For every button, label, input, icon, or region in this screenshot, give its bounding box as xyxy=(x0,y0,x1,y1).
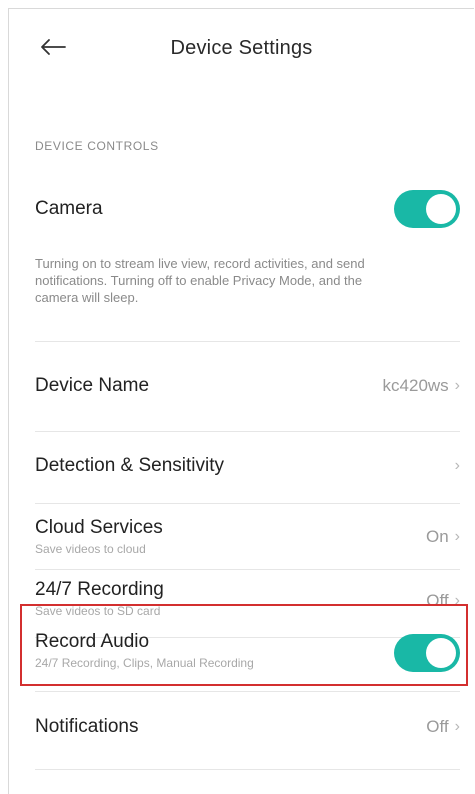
cloud-services-row[interactable]: Cloud Services Save videos to cloud On › xyxy=(35,509,460,565)
chevron-right-icon: › xyxy=(454,592,460,609)
section-label: DEVICE CONTROLS xyxy=(35,139,159,153)
chevron-right-icon: › xyxy=(454,377,460,394)
settings-screen: Device Settings DEVICE CONTROLS Camera T… xyxy=(8,8,474,794)
camera-description: Turning on to stream live view, record a… xyxy=(35,256,365,305)
chevron-right-icon: › xyxy=(454,457,460,474)
recording-value: Off xyxy=(426,591,449,610)
detection-row[interactable]: Detection & Sensitivity › xyxy=(35,435,460,497)
notifications-row[interactable]: Notifications Off › xyxy=(35,699,460,755)
camera-row: Camera xyxy=(35,185,460,233)
record-audio-row: Record Audio 24/7 Recording, Clips, Manu… xyxy=(35,619,460,687)
device-name-value-wrap: kc420ws › xyxy=(383,376,460,396)
chevron-right-icon: › xyxy=(454,718,460,735)
device-name-value: kc420ws xyxy=(382,376,449,395)
divider xyxy=(35,503,460,504)
divider xyxy=(35,569,460,570)
notifications-value-wrap: Off › xyxy=(426,717,460,737)
detection-value-wrap: › xyxy=(449,458,460,474)
header: Device Settings xyxy=(9,9,474,89)
detection-label: Detection & Sensitivity xyxy=(35,455,225,476)
divider xyxy=(35,769,460,770)
divider xyxy=(35,691,460,692)
record-audio-toggle[interactable] xyxy=(394,634,460,672)
cloud-services-text: Cloud Services Save videos to cloud xyxy=(35,509,460,556)
notifications-label: Notifications xyxy=(35,716,139,737)
divider xyxy=(35,431,460,432)
chevron-right-icon: › xyxy=(454,528,460,545)
cloud-services-label: Cloud Services xyxy=(35,517,163,538)
recording-subtitle: Save videos to SD card xyxy=(35,604,161,618)
recording-text: 24/7 Recording Save videos to SD card xyxy=(35,571,460,618)
camera-toggle[interactable] xyxy=(394,190,460,228)
recording-label: 24/7 Recording xyxy=(35,579,164,600)
notifications-value: Off xyxy=(426,717,449,736)
device-name-row[interactable]: Device Name kc420ws › xyxy=(35,355,460,417)
toggle-knob xyxy=(426,194,456,224)
page-title: Device Settings xyxy=(170,37,313,59)
cloud-services-value: On xyxy=(425,527,449,546)
recording-value-wrap: Off › xyxy=(426,591,460,611)
divider xyxy=(35,341,460,342)
toggle-knob xyxy=(426,638,456,668)
cloud-services-subtitle: Save videos to cloud xyxy=(35,542,146,556)
cloud-services-value-wrap: On › xyxy=(426,527,460,547)
